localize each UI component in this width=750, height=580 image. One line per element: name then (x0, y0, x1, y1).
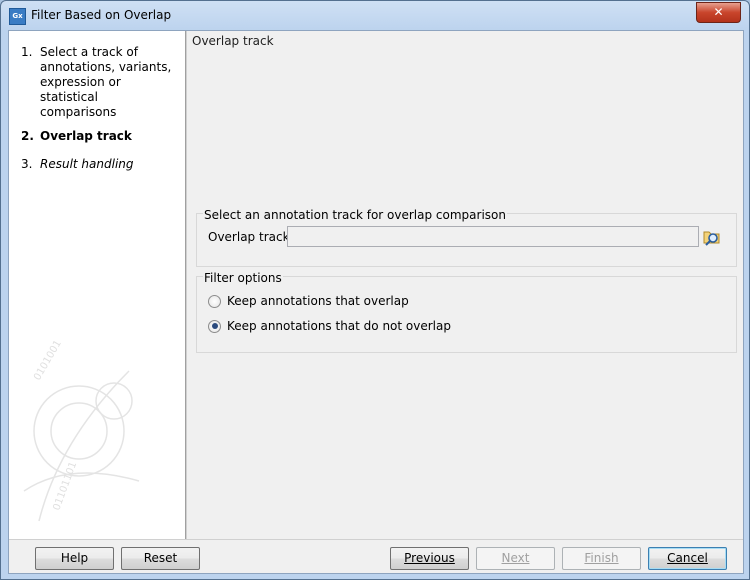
wizard-steps-panel: 1. Select a track of annotations, varian… (9, 31, 186, 539)
radio-button[interactable] (208, 294, 221, 308)
dialog-body: 1. Select a track of annotations, varian… (8, 30, 744, 574)
step-item-3: 3. Result handling (21, 157, 181, 172)
title-bar[interactable]: Gx Filter Based on Overlap ✕ (1, 1, 749, 31)
folder-search-icon[interactable] (702, 227, 722, 247)
svg-text:01101101: 01101101 (51, 460, 79, 512)
step-label: Result handling (40, 157, 134, 171)
overlap-track-label: Overlap track (208, 230, 290, 244)
step-content-panel: Overlap track Select an annotation track… (186, 31, 744, 539)
button-bar: Help Reset Previous Next Finish Cancel (9, 539, 743, 574)
group-title: Select an annotation track for overlap c… (203, 208, 507, 222)
watermark-graphic: 0101001 01101101 (23, 341, 140, 522)
finish-button[interactable]: Finish (562, 547, 641, 570)
svg-text:0101001: 0101001 (32, 341, 64, 383)
cancel-button[interactable]: Cancel (648, 547, 727, 570)
previous-button[interactable]: Previous (390, 547, 469, 570)
reset-button[interactable]: Reset (121, 547, 200, 570)
radio-button[interactable] (208, 319, 221, 333)
step-label: Select a track of annotations, variants,… (40, 45, 172, 119)
overlap-track-field[interactable] (287, 226, 699, 247)
step-label: Overlap track (40, 129, 132, 143)
step-item-1: 1. Select a track of annotations, varian… (21, 45, 181, 120)
group-title: Filter options (203, 271, 283, 285)
close-button[interactable]: ✕ (696, 2, 741, 23)
window-title: Filter Based on Overlap (31, 8, 172, 22)
step-item-2: 2. Overlap track (21, 129, 181, 144)
annotation-track-group: Select an annotation track for overlap c… (196, 208, 737, 267)
step-number: 1. (21, 45, 33, 59)
panel-title: Overlap track (192, 34, 274, 48)
next-button[interactable]: Next (476, 547, 555, 570)
app-icon: Gx (9, 8, 26, 25)
radio-keep-non-overlap[interactable]: Keep annotations that do not overlap (208, 319, 451, 333)
step-number: 3. (21, 157, 33, 171)
radio-label: Keep annotations that overlap (227, 294, 409, 308)
step-list: 1. Select a track of annotations, varian… (21, 45, 181, 181)
dialog-window: Gx Filter Based on Overlap ✕ 1. Select a… (0, 0, 750, 580)
radio-label: Keep annotations that do not overlap (227, 319, 451, 333)
filter-options-group: Filter options Keep annotations that ove… (196, 271, 737, 353)
help-button[interactable]: Help (35, 547, 114, 570)
radio-keep-overlap[interactable]: Keep annotations that overlap (208, 294, 409, 308)
step-number: 2. (21, 129, 34, 143)
